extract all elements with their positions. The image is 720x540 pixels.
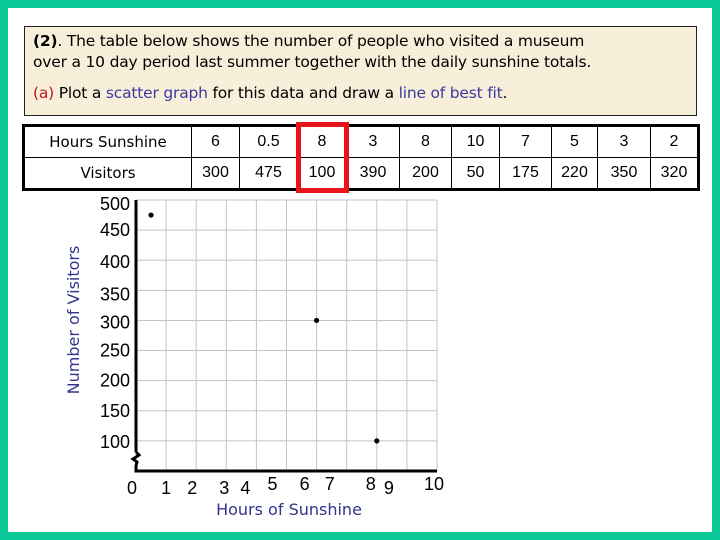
scatter-chart: 500 450 400 350 300 250 200 150 100 0 1 2 3 4 5 6 7 8 9 10… <box>64 194 444 519</box>
x-tick-label: 5 <box>267 474 277 494</box>
x-tick-labels: 0 1 2 3 4 5 6 7 8 9 10 <box>127 474 444 498</box>
data-point <box>148 212 154 218</box>
y-tick-label: 500 <box>100 194 130 214</box>
data-points <box>148 212 380 444</box>
x-tick-label: 10 <box>424 474 444 494</box>
y-tick-label: 450 <box>100 220 130 240</box>
axis-break-icon <box>130 450 142 471</box>
x-tick-label: 0 <box>127 478 137 498</box>
data-point <box>314 317 320 324</box>
y-tick-label: 250 <box>100 341 130 361</box>
y-tick-label: 150 <box>100 401 130 421</box>
y-tick-label: 100 <box>100 432 130 452</box>
x-tick-label: 8 <box>366 474 376 494</box>
y-tick-label: 400 <box>100 252 130 272</box>
x-tick-label: 6 <box>300 474 310 494</box>
y-tick-label: 200 <box>100 371 130 391</box>
y-axis-title: Number of Visitors <box>64 246 83 395</box>
x-tick-label: 4 <box>240 478 250 498</box>
x-tick-label: 3 <box>219 478 229 498</box>
x-tick-label: 2 <box>187 478 197 498</box>
axes <box>130 200 437 473</box>
y-tick-labels: 500 450 400 350 300 250 200 150 100 <box>100 194 130 452</box>
grid <box>136 199 438 471</box>
x-tick-label: 1 <box>161 478 171 498</box>
x-tick-label: 9 <box>384 478 394 498</box>
y-tick-label: 350 <box>100 284 130 304</box>
x-axis-title: Hours of Sunshine <box>216 500 362 519</box>
x-tick-label: 7 <box>325 474 335 494</box>
y-tick-label: 300 <box>100 312 130 332</box>
data-point <box>374 438 380 444</box>
